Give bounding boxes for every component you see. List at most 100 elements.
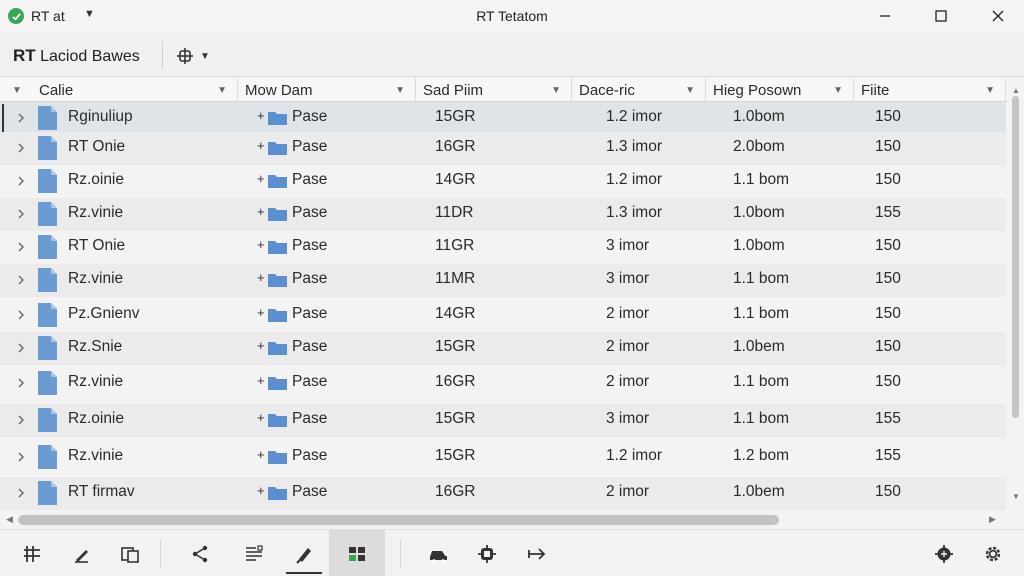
file-count: 150 bbox=[875, 171, 901, 188]
arrow-right-icon bbox=[528, 547, 546, 560]
expand-chevron-icon[interactable] bbox=[15, 486, 27, 500]
file-name: RT firmav bbox=[68, 483, 135, 500]
expand-plus-icon[interactable]: + bbox=[257, 171, 265, 186]
column-header-date[interactable]: Dace-ric ▼ bbox=[572, 78, 706, 102]
table-row[interactable]: Rz.oinie + Pase 15GR 3 imor 1.1 bom 155 bbox=[0, 404, 1006, 437]
drive-button[interactable] bbox=[418, 530, 458, 576]
file-name: Rz.oinie bbox=[68, 171, 124, 188]
app-menu-chevron-icon[interactable]: ▼ bbox=[84, 8, 95, 20]
expand-chevron-icon[interactable] bbox=[15, 174, 27, 188]
file-size: 16GR bbox=[435, 138, 476, 155]
close-button[interactable] bbox=[975, 0, 1021, 32]
settings-button[interactable] bbox=[973, 530, 1013, 576]
settings-dropdown-button[interactable]: ▼ bbox=[176, 45, 220, 67]
table-row[interactable]: Rginuliup + Pase 15GR 1.2 imor 1.0bom 150 bbox=[0, 102, 1006, 135]
folder-icon bbox=[268, 208, 287, 221]
expand-chevron-icon[interactable] bbox=[15, 111, 27, 125]
sort-chevron-icon[interactable]: ▼ bbox=[985, 85, 995, 96]
table-row[interactable]: RT Onie + Pase 16GR 1.3 imor 2.0bom 150 bbox=[0, 132, 1006, 165]
expand-plus-icon[interactable]: + bbox=[257, 204, 265, 219]
scroll-right-icon[interactable]: ▶ bbox=[989, 514, 996, 525]
folder-icon bbox=[268, 342, 287, 355]
scroll-up-icon[interactable]: ▲ bbox=[1012, 86, 1020, 95]
table-row[interactable]: Rz.vinie + Pase 16GR 2 imor 1.1 bom 150 bbox=[0, 367, 1006, 400]
column-header-position[interactable]: Hieg Posown ▼ bbox=[706, 78, 854, 102]
file-size: 14GR bbox=[435, 171, 476, 188]
grid-button[interactable] bbox=[12, 530, 52, 576]
expand-chevron-icon[interactable] bbox=[15, 141, 27, 155]
sort-chevron-icon[interactable]: ▼ bbox=[551, 85, 561, 96]
maximize-button[interactable] bbox=[918, 0, 964, 32]
expand-plus-icon[interactable]: + bbox=[257, 483, 265, 498]
tiles-view-button[interactable] bbox=[329, 530, 385, 576]
expand-chevron-icon[interactable] bbox=[15, 207, 27, 221]
horizontal-scrollbar[interactable]: ◀ ▶ bbox=[0, 512, 1008, 528]
table-row[interactable]: Rz.Snie + Pase 15GR 2 imor 1.0bem 150 bbox=[0, 332, 1006, 365]
expand-plus-icon[interactable]: + bbox=[257, 138, 265, 153]
table-row[interactable]: Pz.Gnienv + Pase 14GR 2 imor 1.1 bom 150 bbox=[0, 299, 1006, 332]
expand-chevron-icon[interactable] bbox=[15, 450, 27, 464]
move-to-button[interactable] bbox=[517, 530, 557, 576]
app-name[interactable]: RT at bbox=[31, 8, 65, 24]
expand-plus-icon[interactable]: + bbox=[257, 108, 265, 123]
edit-button[interactable] bbox=[62, 530, 102, 576]
file-date: 2 imor bbox=[606, 305, 650, 322]
grid-icon bbox=[24, 545, 40, 562]
expand-chevron-icon[interactable] bbox=[15, 273, 27, 287]
file-name: Rz.vinie bbox=[68, 270, 124, 287]
table-row[interactable]: Rz.vinie + Pase 11DR 1.3 imor 1.0bom 155 bbox=[0, 198, 1006, 231]
column-header-file[interactable]: Fiite ▼ bbox=[854, 78, 1006, 102]
column-label: Sad Piim bbox=[423, 82, 484, 99]
table-row[interactable]: RT firmav + Pase 16GR 2 imor 1.0bem 150 bbox=[0, 477, 1006, 510]
table-row[interactable]: Rz.vinie + Pase 11MR 3 imor 1.1 bom 150 bbox=[0, 264, 1006, 297]
folder-icon bbox=[268, 377, 287, 390]
column-label: Hieg Posown bbox=[713, 82, 802, 99]
vertical-scrollbar[interactable]: ▲ ▼ bbox=[1008, 78, 1024, 510]
plugin-button[interactable] bbox=[924, 530, 964, 576]
expand-chevron-icon[interactable] bbox=[15, 308, 27, 322]
app-check-icon[interactable] bbox=[8, 8, 24, 24]
folder-icon bbox=[268, 309, 287, 322]
minimize-button[interactable] bbox=[862, 0, 908, 32]
details-button[interactable] bbox=[234, 530, 274, 576]
table-row[interactable]: Rz.vinie + Pase 15GR 1.2 imor 1.2 bom 155 bbox=[0, 441, 1006, 474]
expand-all-chevron-icon[interactable]: ▼ bbox=[12, 85, 22, 96]
expand-chevron-icon[interactable] bbox=[15, 376, 27, 390]
file-count: 150 bbox=[875, 338, 901, 355]
expand-plus-icon[interactable]: + bbox=[257, 447, 265, 462]
chip-button[interactable] bbox=[467, 530, 507, 576]
column-label: Fiite bbox=[861, 82, 890, 99]
expand-plus-icon[interactable]: + bbox=[257, 305, 265, 320]
file-count: 150 bbox=[875, 305, 901, 322]
sort-chevron-icon[interactable]: ▼ bbox=[217, 85, 227, 96]
sort-chevron-icon[interactable]: ▼ bbox=[685, 85, 695, 96]
bottom-toolbar bbox=[0, 529, 1024, 576]
expand-plus-icon[interactable]: + bbox=[257, 270, 265, 285]
file-name: Rginuliup bbox=[68, 108, 133, 125]
highlight-button[interactable] bbox=[284, 530, 324, 576]
expand-chevron-icon[interactable] bbox=[15, 240, 27, 254]
column-header-type[interactable]: Mow Dam ▼ bbox=[238, 78, 416, 102]
expand-plus-icon[interactable]: + bbox=[257, 410, 265, 425]
vertical-scroll-thumb[interactable] bbox=[1012, 96, 1019, 418]
expand-plus-icon[interactable]: + bbox=[257, 237, 265, 252]
scroll-down-icon[interactable]: ▼ bbox=[1012, 492, 1020, 501]
copy-icon bbox=[121, 546, 139, 563]
column-header-size[interactable]: Sad Piim ▼ bbox=[416, 78, 572, 102]
file-position: 1.0bom bbox=[733, 108, 785, 125]
table-row[interactable]: Rz.oinie + Pase 14GR 1.2 imor 1.1 bom 150 bbox=[0, 165, 1006, 198]
sort-chevron-icon[interactable]: ▼ bbox=[833, 85, 843, 96]
sort-chevron-icon[interactable]: ▼ bbox=[395, 85, 405, 96]
table-row[interactable]: RT Onie + Pase 11GR 3 imor 1.0bom 150 bbox=[0, 231, 1006, 264]
scroll-left-icon[interactable]: ◀ bbox=[6, 514, 13, 525]
expand-chevron-icon[interactable] bbox=[15, 413, 27, 427]
expand-plus-icon[interactable]: + bbox=[257, 373, 265, 388]
horizontal-scroll-thumb[interactable] bbox=[18, 515, 779, 525]
expand-chevron-icon[interactable] bbox=[15, 341, 27, 355]
share-button[interactable] bbox=[180, 530, 220, 576]
file-date: 1.2 imor bbox=[606, 108, 662, 125]
expand-plus-icon[interactable]: + bbox=[257, 338, 265, 353]
file-size: 16GR bbox=[435, 483, 476, 500]
copy-button[interactable] bbox=[110, 530, 150, 576]
column-header-name[interactable]: Calie ▼ bbox=[32, 78, 238, 102]
